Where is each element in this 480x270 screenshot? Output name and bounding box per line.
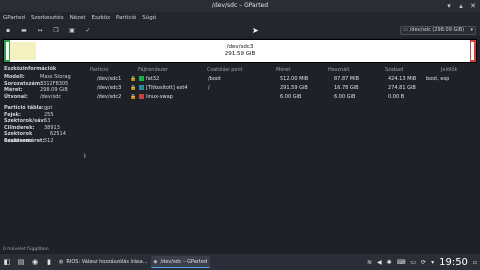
firefox-icon: ◍: [59, 259, 64, 265]
pending-operations: 0 művelet függőben: [3, 247, 49, 252]
paste-icon[interactable]: ▣: [68, 27, 76, 35]
desktop-icon[interactable]: ▫: [473, 259, 477, 266]
menu-edit[interactable]: Szerkesztés: [31, 12, 64, 24]
table-row[interactable]: /dev/sdc3 🔒 [Titkosított] ext4 / 291.59 …: [0, 84, 480, 92]
apply-icon[interactable]: ✓: [84, 27, 92, 35]
task-browser[interactable]: ◍ RIOS: Válasz hozzászólás írása...: [56, 256, 151, 268]
volume-icon[interactable]: ◀: [377, 259, 382, 266]
fs-color-swatch: [139, 76, 144, 81]
task-gparted[interactable]: ◈ /dev/sdc – GParted: [150, 256, 211, 268]
menu-gparted[interactable]: GParted: [3, 12, 25, 24]
title-bar: /dev/sdc – GParted ▾ ▴ ✕: [0, 0, 480, 12]
col-mountpoint[interactable]: Csatolási pont: [207, 67, 243, 73]
keyboard-icon[interactable]: ⌨: [397, 259, 406, 266]
system-tray: ≋ ◀ ✱ ⌨ ▭ ⟳ ▾ 19:50 ▫: [367, 254, 477, 270]
updates-icon[interactable]: ⟳: [421, 259, 426, 266]
browser-icon[interactable]: ◉: [30, 257, 40, 267]
lock-icon: 🔒: [130, 94, 137, 100]
terminal-icon[interactable]: ▮: [44, 257, 54, 267]
diskmap-partition-name: /dev/sdc3: [226, 44, 254, 50]
col-free[interactable]: Szabad: [385, 67, 403, 73]
col-used[interactable]: Használt: [328, 67, 350, 73]
chevron-down-icon: ▾: [470, 27, 473, 33]
disk-map[interactable]: /dev/sdc3 291.59 GiB: [3, 39, 477, 63]
sector-size-value: 512: [44, 137, 54, 144]
resize-icon[interactable]: ↔: [36, 27, 44, 35]
diskmap-partition-size: 291.59 GiB: [224, 51, 256, 57]
maximize-icon[interactable]: ▴: [457, 2, 465, 10]
close-icon[interactable]: ✕: [469, 2, 477, 10]
menu-help[interactable]: Súgó: [142, 12, 156, 24]
mouse-pointer-icon: ➤: [252, 26, 259, 35]
col-size[interactable]: Méret: [276, 67, 290, 73]
fs-color-swatch: [139, 94, 144, 99]
status-bar: 0 művelet függőben: [0, 246, 480, 254]
device-selector-value: /dev/sdc (298.09 GiB): [409, 27, 465, 33]
fs-color-swatch: [139, 85, 144, 90]
lock-icon: 🔒: [130, 76, 137, 82]
menu-partition[interactable]: Partíció: [116, 12, 136, 24]
col-filesystem[interactable]: Fájlrendszer: [138, 67, 168, 73]
device-selector[interactable]: ▭ /dev/sdc (298.09 GiB) ▾: [400, 26, 476, 35]
lock-icon: 🔒: [130, 85, 137, 91]
copy-icon[interactable]: ❐: [52, 27, 60, 35]
file-manager-icon[interactable]: ▤: [16, 257, 26, 267]
delete-icon[interactable]: ▬: [20, 27, 28, 35]
gparted-icon: ◈: [153, 258, 158, 265]
table-row[interactable]: /dev/sdc2 🔒 linux-swap 6.00 GiB 6.00 GiB…: [0, 93, 480, 101]
text-cursor-icon: I: [84, 153, 86, 160]
col-partition[interactable]: Partíció: [90, 67, 108, 73]
bluetooth-icon[interactable]: ✱: [387, 259, 392, 266]
col-flags[interactable]: Jelölők: [441, 67, 457, 73]
notifications-icon[interactable]: ▾: [431, 259, 434, 266]
clock[interactable]: 19:50: [439, 257, 468, 268]
diskmap-partition-sdc2[interactable]: [470, 40, 476, 62]
minimize-icon[interactable]: ▾: [445, 2, 453, 10]
menu-view[interactable]: Nézet: [70, 12, 86, 24]
new-partition-icon[interactable]: ▪: [4, 27, 12, 35]
partition-table-header: Partíció Fájlrendszer Csatolási pont Mér…: [0, 67, 480, 75]
app-menu-icon[interactable]: ◧: [2, 257, 12, 267]
table-row[interactable]: /dev/sdc1 🔒 fat32 /boot 512.00 MiB 87.87…: [0, 75, 480, 83]
taskbar: ◧ ▤ ◉ ▮ ◍ RIOS: Válasz hozzászólás írása…: [0, 254, 480, 270]
battery-icon[interactable]: ▭: [410, 259, 416, 266]
menu-device[interactable]: Eszköz: [92, 12, 110, 24]
window-title: /dev/sdc – GParted: [211, 2, 269, 9]
disk-icon: ▭: [403, 27, 408, 33]
network-icon[interactable]: ≋: [367, 259, 372, 266]
menu-bar: GParted Szerkesztés Nézet Eszköz Partíci…: [0, 12, 480, 24]
